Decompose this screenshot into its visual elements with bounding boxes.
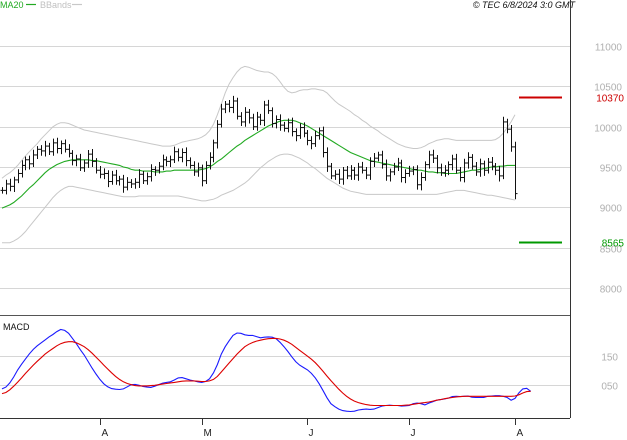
- chart-background: [0, 0, 627, 440]
- y-tick-label: 10500: [594, 83, 622, 94]
- y-tick-label: 8000: [600, 285, 623, 296]
- chart-area: MA20 BBands © TEC 6/8/2024 3:0 GMT 11000…: [0, 0, 627, 440]
- y-tick-label: 050: [601, 382, 618, 393]
- y-tick-label: 9500: [600, 164, 623, 175]
- x-tick-label: A: [102, 428, 109, 439]
- y-tick-label: 9000: [600, 204, 623, 215]
- x-tick-label: J: [309, 428, 314, 439]
- copyright-timestamp: © TEC 6/8/2024 3:0 GMT: [473, 0, 577, 10]
- legend-ma20: MA20: [0, 0, 24, 10]
- y-tick-label: 150: [601, 353, 618, 364]
- price-level-label: 8565: [602, 239, 625, 250]
- y-tick-label: 11000: [595, 43, 623, 54]
- legend-bbands: BBands: [40, 0, 72, 10]
- macd-title: MACD: [3, 322, 30, 332]
- x-tick-label: M: [204, 428, 212, 439]
- x-tick-label: J: [411, 428, 416, 439]
- x-tick-label: A: [517, 428, 524, 439]
- price-level-label: 10370: [596, 94, 624, 105]
- y-tick-label: 10000: [594, 124, 622, 135]
